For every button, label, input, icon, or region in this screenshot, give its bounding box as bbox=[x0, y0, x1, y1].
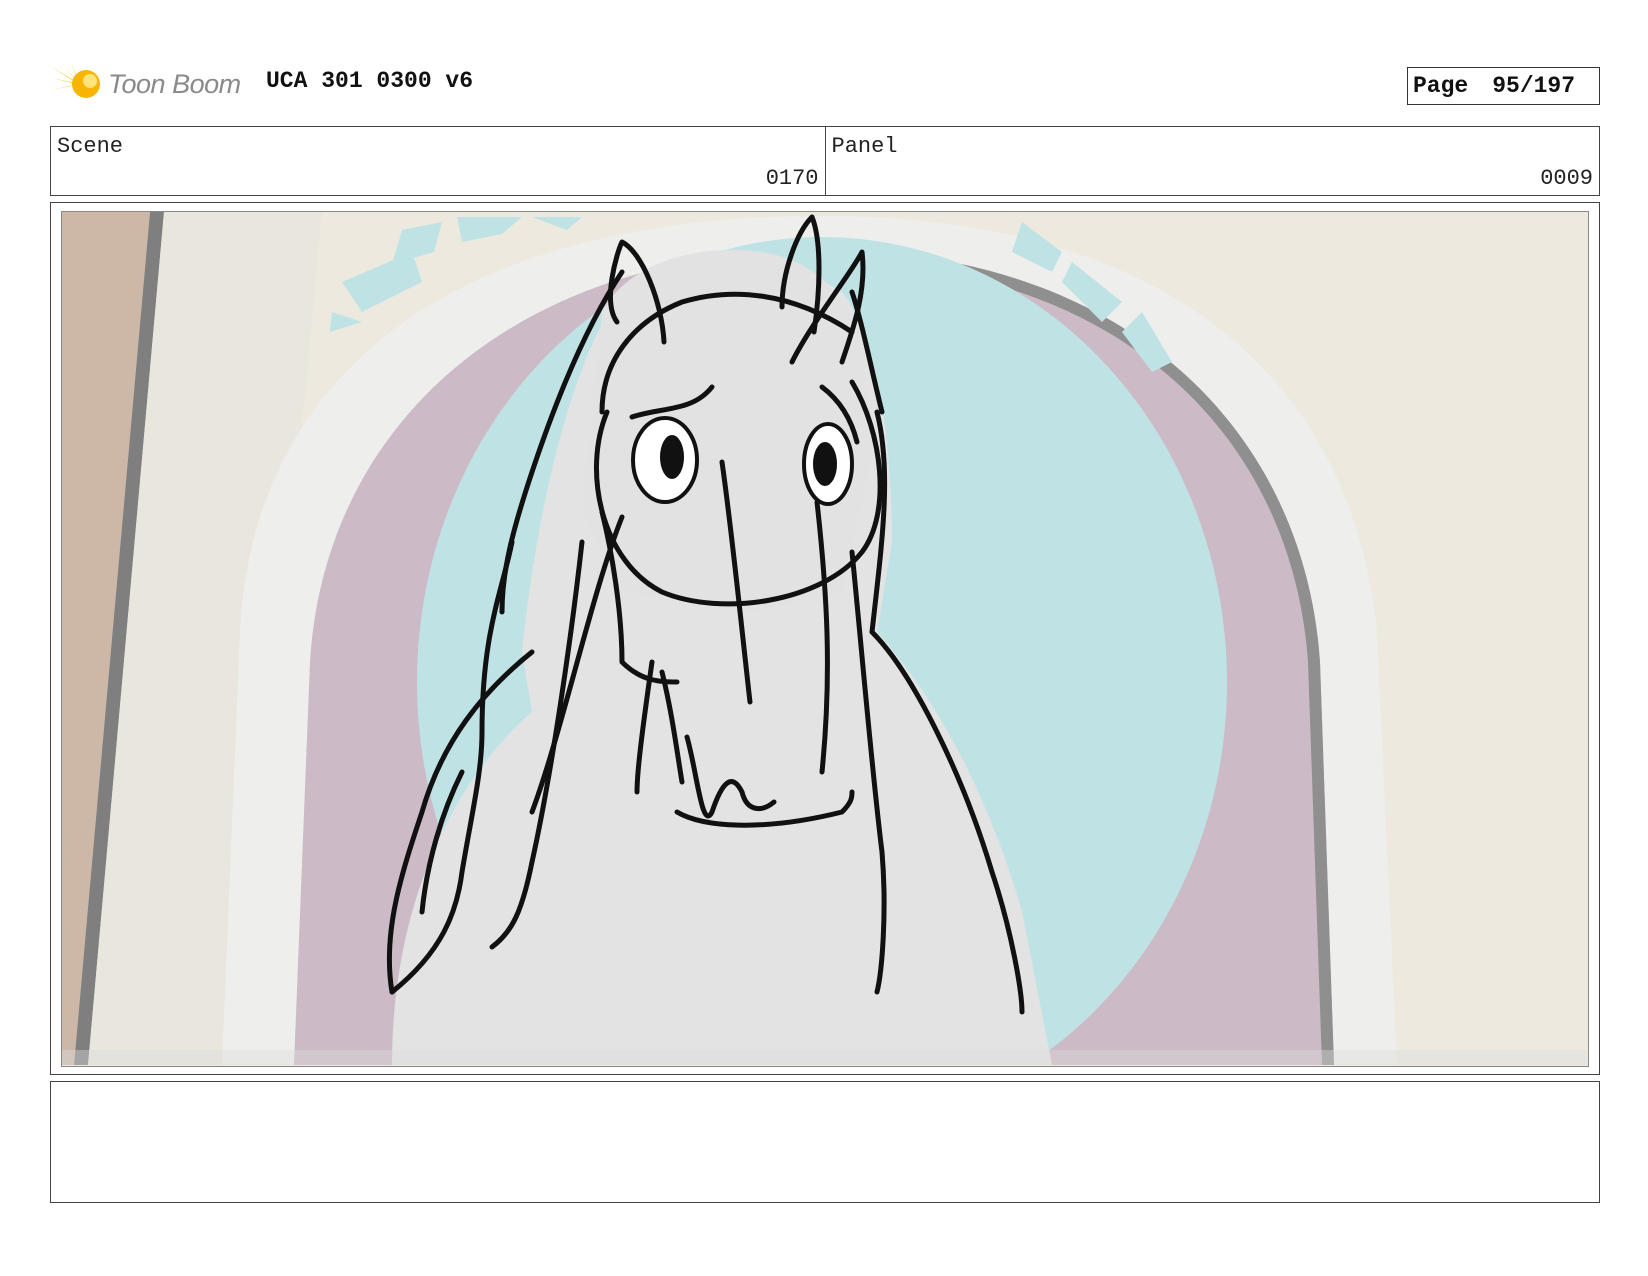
toon-boom-logo: Toon Boom bbox=[50, 60, 241, 108]
page-number: 95/197 bbox=[1492, 73, 1576, 99]
page-label: Page bbox=[1413, 73, 1469, 99]
logo-wordmark: Toon Boom bbox=[108, 68, 241, 99]
horse-sketch-drawing bbox=[62, 212, 1587, 1065]
panel-label: Panel bbox=[831, 134, 898, 159]
scene-label: Scene bbox=[57, 134, 124, 159]
notes-box bbox=[50, 1081, 1600, 1203]
sunburst-icon bbox=[50, 60, 100, 104]
document-title: UCA 301 0300 v6 bbox=[266, 68, 474, 94]
storyboard-panel-frame bbox=[50, 202, 1600, 1075]
page-indicator: Page 95/197 bbox=[1407, 67, 1600, 105]
scene-panel-row: Scene 0170 Panel 0009 bbox=[50, 126, 1600, 196]
page-header: Toon Boom UCA 301 0300 v6 Page 95/197 bbox=[50, 56, 1600, 112]
scene-value: 0170 bbox=[765, 166, 819, 191]
panel-artwork bbox=[61, 211, 1589, 1067]
panel-cell: Panel 0009 bbox=[824, 127, 1600, 195]
panel-value: 0009 bbox=[1540, 166, 1593, 191]
scene-cell: Scene 0170 bbox=[51, 127, 825, 195]
